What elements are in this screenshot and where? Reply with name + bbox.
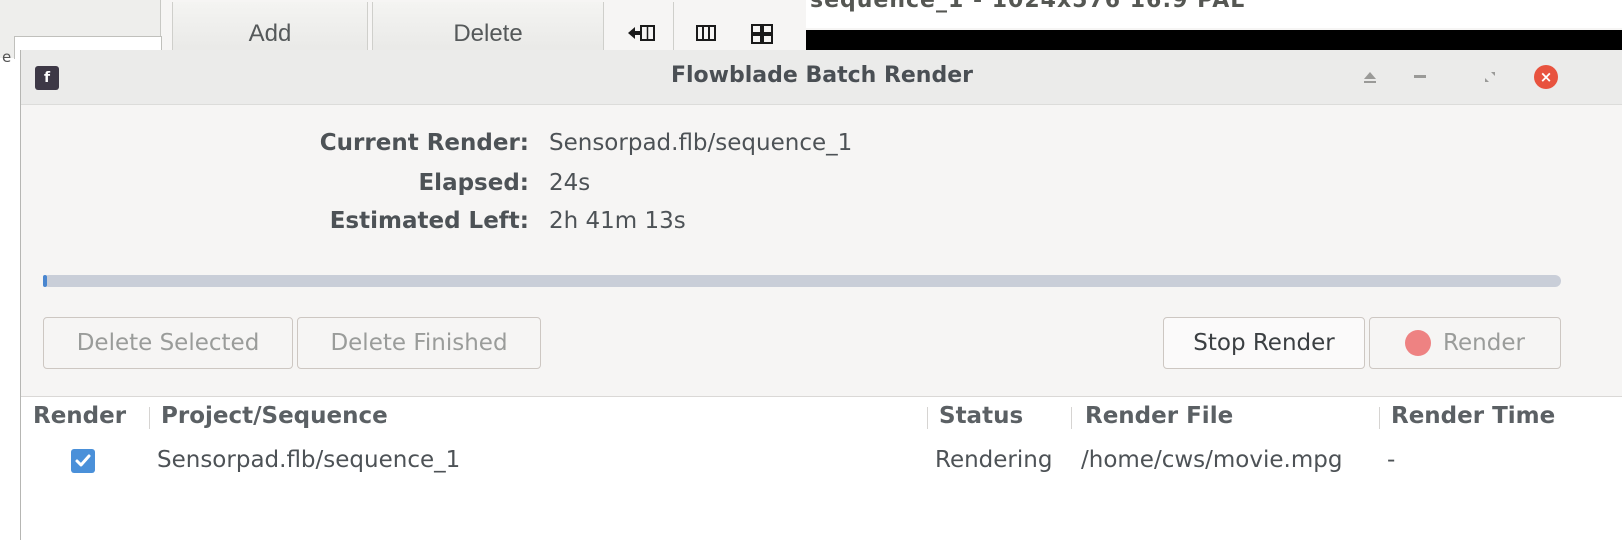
row-project-sequence: Sensorpad.flb/sequence_1 [157,447,461,473]
render-checkbox[interactable] [71,449,95,473]
batch-render-window: f Flowblade Batch Render × Current Rende… [20,50,1622,541]
column-header-project-sequence[interactable]: Project/Sequence [161,403,388,435]
column-header-render[interactable]: Render [33,403,126,435]
close-window-button[interactable]: × [1533,64,1559,90]
current-render-value: Sensorpad.flb/sequence_1 [549,130,853,156]
render-record-icon [1405,330,1432,356]
window-titlebar[interactable]: f Flowblade Batch Render × [21,50,1622,105]
column-header-render-file[interactable]: Render File [1085,403,1233,435]
minimize-icon[interactable] [1407,64,1433,90]
current-render-label: Current Render: [319,130,529,156]
delete-finished-button[interactable]: Delete Finished [297,317,541,369]
row-render-file: /home/cws/movie.mpg [1081,447,1343,473]
column-separator [149,407,150,429]
keep-above-icon[interactable] [1357,64,1383,90]
background-partial-label: e [2,48,12,66]
column-header-render-time[interactable]: Render Time [1391,403,1555,435]
estimated-left-row: Estimated Left: 2h 41m 13s [21,208,921,240]
sequence-info-header: sequence_1 - 1024x576 16:9 PAL [806,0,1622,28]
column-header-status[interactable]: Status [939,403,1023,435]
estimated-left-value: 2h 41m 13s [549,208,686,234]
elapsed-row: Elapsed: 24s [21,170,921,202]
delete-selected-button[interactable]: Delete Selected [43,317,293,369]
render-queue-table: Render Project/Sequence Status Render Fi… [21,396,1622,541]
column-separator [1379,407,1380,429]
maximize-icon[interactable] [1477,64,1503,90]
column-separator [1071,407,1072,429]
column-separator [927,407,928,429]
sequence-timeline-bar [806,30,1622,50]
row-render-time: - [1387,447,1396,473]
current-render-row: Current Render: Sensorpad.flb/sequence_1 [21,130,921,162]
estimated-left-label: Estimated Left: [329,208,529,234]
close-icon: × [1534,65,1558,89]
render-progress-fill [43,275,47,287]
sequence-info-text: sequence_1 - 1024x576 16:9 PAL [810,0,1246,13]
elapsed-label: Elapsed: [418,170,529,196]
render-button[interactable]: Render [1369,317,1561,369]
render-button-label: Render [1443,330,1525,356]
stop-render-button[interactable]: Stop Render [1163,317,1365,369]
row-status: Rendering [935,447,1053,473]
render-progress-bar [43,275,1561,287]
elapsed-value: 24s [549,170,591,196]
